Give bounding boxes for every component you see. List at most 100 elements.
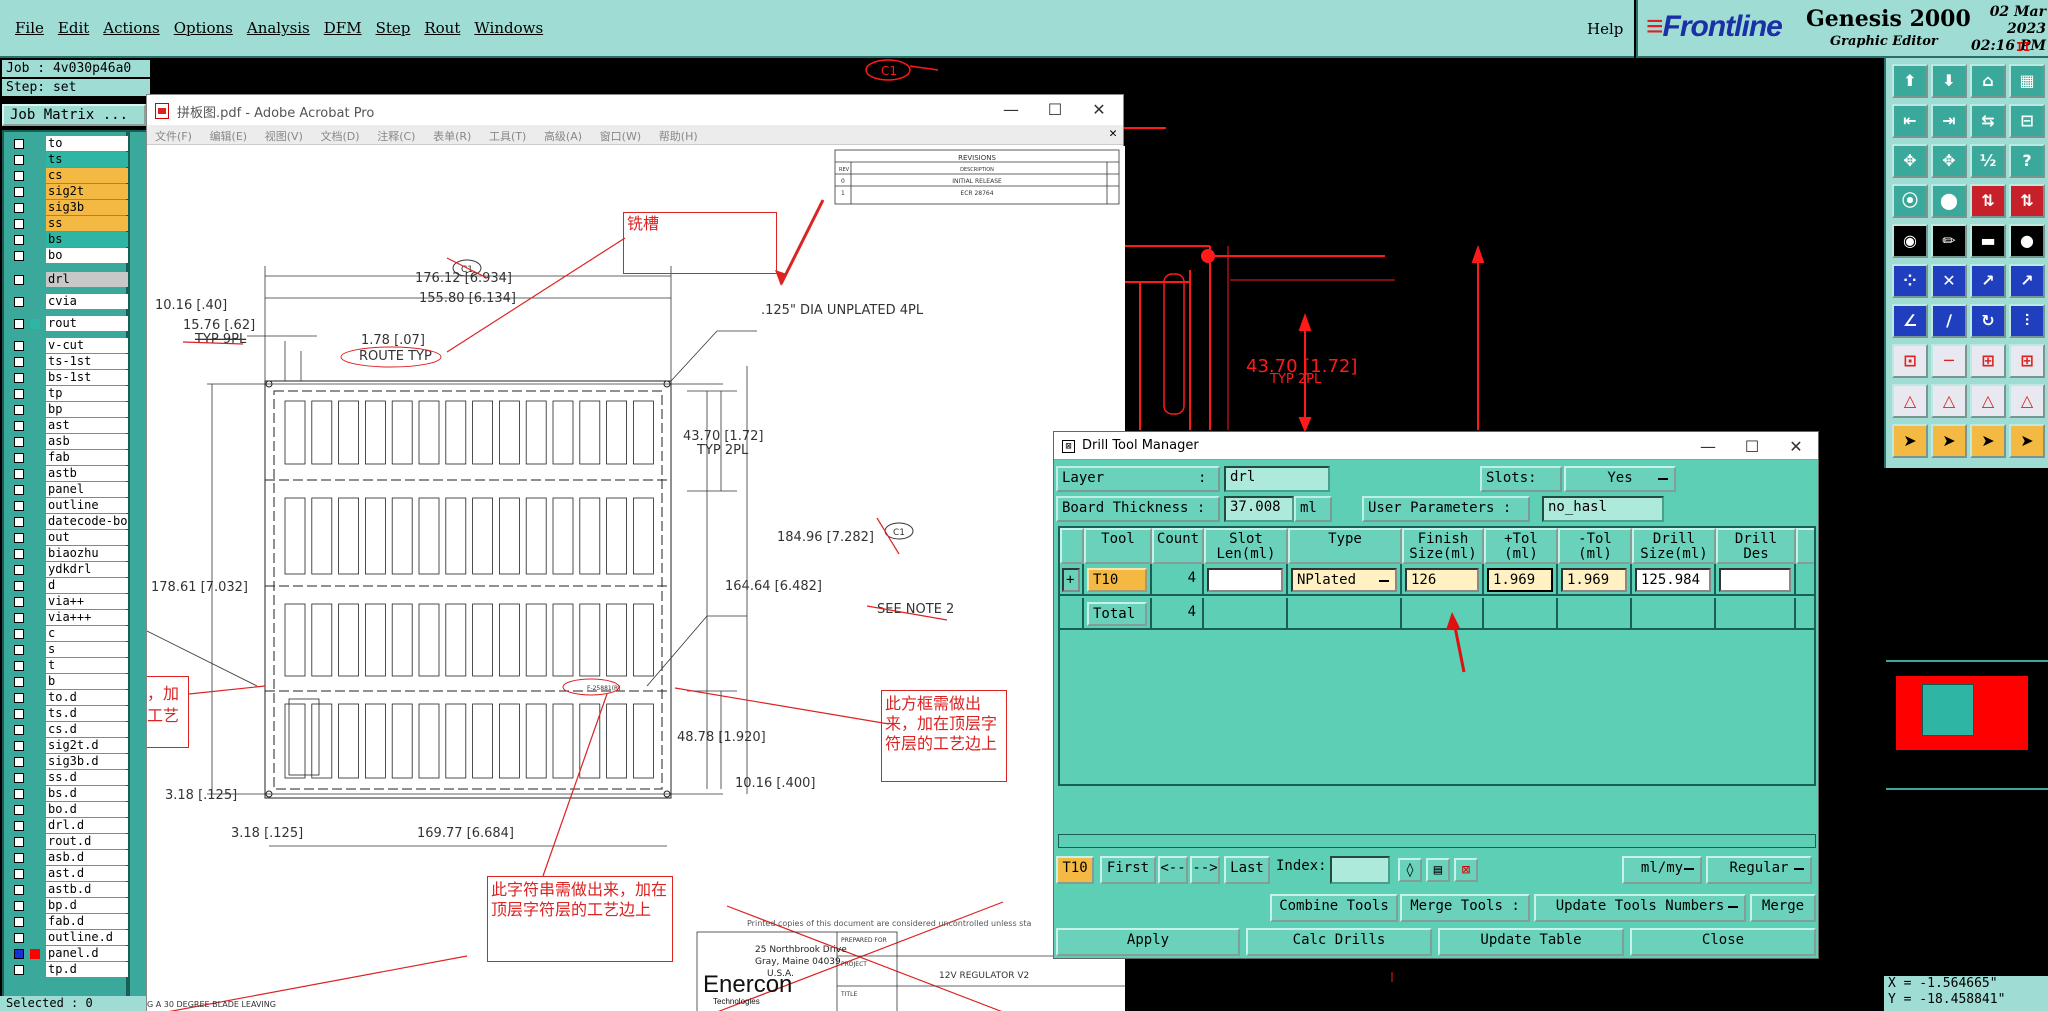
layer-checkbox[interactable] xyxy=(14,741,24,751)
mirror-icon[interactable]: ⫶ xyxy=(2009,304,2045,338)
split-icon[interactable]: ⊟ xyxy=(2009,104,2045,138)
layer-row-fab.d[interactable]: fab.d xyxy=(8,914,130,930)
layer-row-s[interactable]: s xyxy=(8,642,130,658)
layer-row-tp.d[interactable]: tp.d xyxy=(8,962,130,978)
layer-row-tp[interactable]: tp xyxy=(8,386,130,402)
layer-row-ts[interactable]: ts xyxy=(8,152,130,168)
edit-icon[interactable]: ✏ xyxy=(1931,224,1967,258)
select-icon[interactable]: ➤ xyxy=(1970,424,2006,458)
acro-menu-window[interactable]: 窗口(W) xyxy=(600,130,641,143)
layer-checkbox[interactable] xyxy=(14,581,24,591)
layer-row-ast[interactable]: ast xyxy=(8,418,130,434)
layer-row-ss[interactable]: ss xyxy=(8,216,130,232)
triangle-icon[interactable]: △ xyxy=(1892,384,1928,418)
layer-row-fab[interactable]: fab xyxy=(8,450,130,466)
acro-menu-forms[interactable]: 表单(R) xyxy=(433,130,471,143)
layer-row-bs-1st[interactable]: bs-1st xyxy=(8,370,130,386)
layer-checkbox[interactable] xyxy=(14,901,24,911)
layer-row-ss.d[interactable]: ss.d xyxy=(8,770,130,786)
layer-checkbox[interactable] xyxy=(14,251,24,261)
layer-list-scrollbar[interactable] xyxy=(128,130,148,1011)
layer-checkbox[interactable] xyxy=(14,885,24,895)
layer-checkbox[interactable] xyxy=(14,677,24,687)
layer-checkbox[interactable] xyxy=(14,533,24,543)
close-icon[interactable]: ✕ xyxy=(1079,97,1119,123)
layer-row-astb.d[interactable]: astb.d xyxy=(8,882,130,898)
triangle-alt-icon[interactable]: △ xyxy=(1931,384,1967,418)
layer-checkbox[interactable] xyxy=(14,661,24,671)
layer-checkbox[interactable] xyxy=(14,789,24,799)
layer-checkbox[interactable] xyxy=(14,725,24,735)
layer-checkbox[interactable] xyxy=(14,821,24,831)
layer-row-b[interactable]: b xyxy=(8,674,130,690)
layer-checkbox[interactable] xyxy=(14,773,24,783)
cross-icon[interactable]: ✕ xyxy=(1931,264,1967,298)
triangle-fill-icon[interactable]: △ xyxy=(1970,384,2006,418)
acro-menu-advanced[interactable]: 高级(A) xyxy=(544,130,582,143)
layer-checkbox[interactable] xyxy=(14,389,24,399)
measure-icon[interactable]: ⇅ xyxy=(1970,184,2006,218)
layer-checkbox[interactable] xyxy=(14,693,24,703)
net-icon[interactable]: ⁘ xyxy=(1892,264,1928,298)
layer-checkbox[interactable] xyxy=(14,319,24,329)
copy-icon[interactable]: ↗ xyxy=(2009,264,2045,298)
layer-checkbox[interactable] xyxy=(14,155,24,165)
layer-row-bp.d[interactable]: bp.d xyxy=(8,898,130,914)
layer-checkbox[interactable] xyxy=(14,517,24,527)
layer-checkbox[interactable] xyxy=(14,297,24,307)
maximize-icon[interactable]: ☐ xyxy=(1035,97,1075,123)
layer-checkbox[interactable] xyxy=(14,917,24,927)
layer-checkbox[interactable] xyxy=(14,549,24,559)
minimize-icon[interactable]: — xyxy=(991,97,1031,123)
layer-checkbox[interactable] xyxy=(14,171,24,181)
snap-icon[interactable]: ⦿ xyxy=(1892,184,1928,218)
layer-checkbox[interactable] xyxy=(14,421,24,431)
dash-icon[interactable]: ─ xyxy=(1931,344,1967,378)
line-icon[interactable]: ▬ xyxy=(1970,224,2006,258)
layer-checkbox[interactable] xyxy=(14,139,24,149)
layer-row-v-cut[interactable]: v-cut xyxy=(8,338,130,354)
box-icon[interactable]: ⊞ xyxy=(1970,344,2006,378)
acro-menu-document[interactable]: 文档(D) xyxy=(321,130,360,143)
acro-menu-comments[interactable]: 注释(C) xyxy=(377,130,415,143)
swap-icon[interactable]: ⇆ xyxy=(1970,104,2006,138)
layer-row-bp[interactable]: bp xyxy=(8,402,130,418)
layer-row-sig3b[interactable]: sig3b xyxy=(8,200,130,216)
triangle-outline-icon[interactable]: △ xyxy=(2009,384,2045,418)
layer-checkbox[interactable] xyxy=(14,565,24,575)
layer-row-bs[interactable]: bs xyxy=(8,232,130,248)
help-icon[interactable]: ? xyxy=(2009,144,2045,178)
layer-checkbox[interactable] xyxy=(14,275,24,285)
layer-row-panel.d[interactable]: panel.d xyxy=(8,946,130,962)
home-icon[interactable]: ⌂ xyxy=(1970,64,2006,98)
layer-checkbox[interactable] xyxy=(14,613,24,623)
layer-row-asb[interactable]: asb xyxy=(8,434,130,450)
layer-row-to.d[interactable]: to.d xyxy=(8,690,130,706)
dot-icon[interactable]: ● xyxy=(2009,224,2045,258)
layer-checkbox[interactable] xyxy=(14,501,24,511)
record-icon[interactable]: ⬤ xyxy=(1931,184,1967,218)
acro-menu-tools[interactable]: 工具(T) xyxy=(489,130,526,143)
frame-icon[interactable]: ⊡ xyxy=(1892,344,1928,378)
layer-row-asb.d[interactable]: asb.d xyxy=(8,850,130,866)
document-close-icon[interactable]: ✕ xyxy=(1109,126,1117,141)
layer-row-panel[interactable]: panel xyxy=(8,482,130,498)
layer-row-ts-1st[interactable]: ts-1st xyxy=(8,354,130,370)
layer-checkbox[interactable] xyxy=(14,219,24,229)
select-pad-icon[interactable]: ◉ xyxy=(1892,224,1928,258)
layer-checkbox[interactable] xyxy=(14,805,24,815)
layer-checkbox[interactable] xyxy=(14,235,24,245)
layer-row-sig3b.d[interactable]: sig3b.d xyxy=(8,754,130,770)
layer-row-via+++[interactable]: via+++ xyxy=(8,610,130,626)
layer-checkbox[interactable] xyxy=(14,965,24,975)
job-matrix-button[interactable]: Job Matrix ... xyxy=(2,104,146,126)
layer-checkbox[interactable] xyxy=(14,469,24,479)
layer-checkbox[interactable] xyxy=(14,485,24,495)
layer-row-sig2t.d[interactable]: sig2t.d xyxy=(8,738,130,754)
layer-checkbox[interactable] xyxy=(14,949,24,959)
grid-icon[interactable]: ▦ xyxy=(2009,64,2045,98)
layer-row-t[interactable]: t xyxy=(8,658,130,674)
layer-checkbox[interactable] xyxy=(14,597,24,607)
fit-icon[interactable]: ✥ xyxy=(1892,144,1928,178)
layer-checkbox[interactable] xyxy=(14,453,24,463)
